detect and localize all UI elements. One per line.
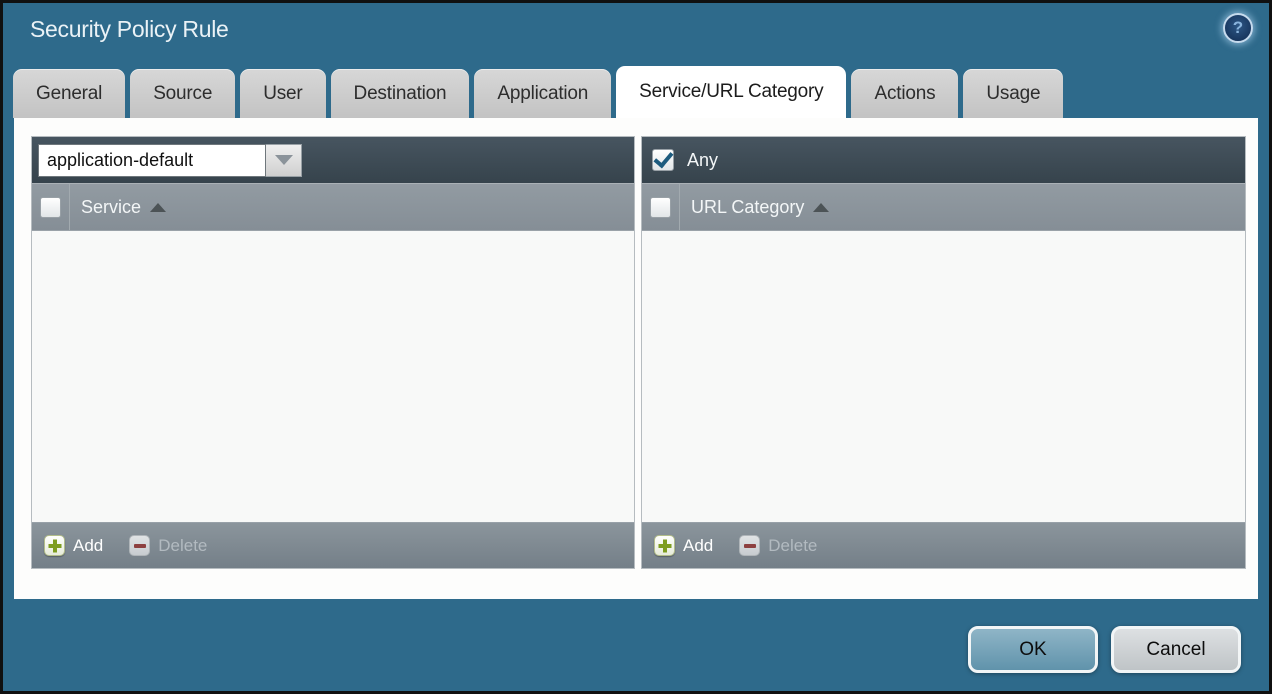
tab-service-url-category[interactable]: Service/URL Category bbox=[616, 66, 846, 118]
help-icon[interactable]: ? bbox=[1223, 13, 1253, 43]
url-category-table-body bbox=[642, 231, 1245, 522]
delete-url-category-button[interactable]: Delete bbox=[739, 535, 817, 556]
tab-usage[interactable]: Usage bbox=[963, 69, 1063, 118]
service-column-header: Service bbox=[32, 183, 634, 231]
url-category-select-all-checkbox[interactable] bbox=[650, 197, 671, 218]
tab-user[interactable]: User bbox=[240, 69, 325, 118]
url-category-panel: Any URL Category Add Delete bbox=[641, 136, 1246, 569]
page-title: Security Policy Rule bbox=[30, 16, 229, 43]
sort-ascending-icon bbox=[813, 203, 829, 212]
service-panel-footer: Add Delete bbox=[32, 522, 634, 568]
service-select-all-checkbox[interactable] bbox=[40, 197, 61, 218]
service-panel-header: application-default bbox=[32, 137, 634, 183]
url-category-panel-header: Any bbox=[642, 137, 1245, 183]
url-category-column-label[interactable]: URL Category bbox=[691, 197, 804, 218]
ok-button[interactable]: OK bbox=[968, 626, 1098, 673]
delete-url-category-label: Delete bbox=[768, 536, 817, 556]
tab-application[interactable]: Application bbox=[474, 69, 611, 118]
service-column-label[interactable]: Service bbox=[81, 197, 141, 218]
tab-actions[interactable]: Actions bbox=[851, 69, 958, 118]
tab-source[interactable]: Source bbox=[130, 69, 235, 118]
delete-service-button[interactable]: Delete bbox=[129, 535, 207, 556]
minus-icon bbox=[739, 535, 760, 556]
tab-general[interactable]: General bbox=[13, 69, 125, 118]
delete-service-label: Delete bbox=[158, 536, 207, 556]
url-category-select-all-cell bbox=[642, 184, 680, 230]
add-service-label: Add bbox=[73, 536, 103, 556]
plus-icon bbox=[44, 535, 65, 556]
tab-destination[interactable]: Destination bbox=[331, 69, 470, 118]
cancel-button[interactable]: Cancel bbox=[1111, 626, 1241, 673]
any-row: Any bbox=[648, 149, 718, 171]
sort-ascending-icon bbox=[150, 203, 166, 212]
url-category-column-header: URL Category bbox=[642, 183, 1245, 231]
add-url-category-button[interactable]: Add bbox=[654, 535, 713, 556]
service-type-dropdown-button[interactable] bbox=[266, 144, 302, 177]
any-checkbox[interactable] bbox=[652, 149, 674, 171]
add-url-category-label: Add bbox=[683, 536, 713, 556]
security-policy-rule-dialog: { "dialog": { "title": "Security Policy … bbox=[0, 0, 1272, 694]
service-panel: application-default Service Add Delete bbox=[31, 136, 635, 569]
any-label: Any bbox=[687, 150, 718, 171]
service-type-dropdown-value[interactable]: application-default bbox=[38, 144, 266, 177]
service-table-body bbox=[32, 231, 634, 522]
tab-bar: General Source User Destination Applicat… bbox=[13, 66, 1063, 118]
minus-icon bbox=[129, 535, 150, 556]
chevron-down-icon bbox=[275, 155, 293, 165]
service-select-all-cell bbox=[32, 184, 70, 230]
service-type-dropdown[interactable]: application-default bbox=[38, 144, 302, 177]
url-category-panel-footer: Add Delete bbox=[642, 522, 1245, 568]
plus-icon bbox=[654, 535, 675, 556]
tab-content-area: application-default Service Add Delete bbox=[14, 118, 1258, 599]
add-service-button[interactable]: Add bbox=[44, 535, 103, 556]
